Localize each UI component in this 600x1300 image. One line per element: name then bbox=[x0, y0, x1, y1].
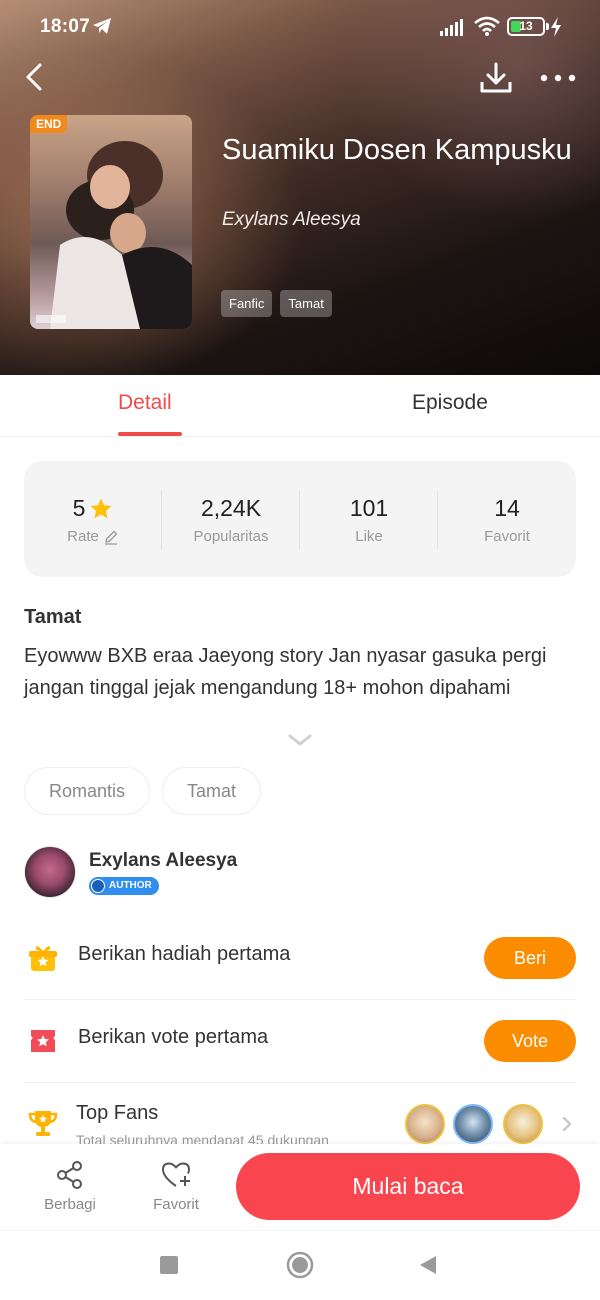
author-avatar[interactable] bbox=[24, 846, 76, 898]
book-cover[interactable]: END bbox=[30, 115, 192, 329]
stat-popularity: 2,24K Popularitas bbox=[162, 495, 300, 545]
gift-row-text: Berikan hadiah pertama bbox=[78, 943, 291, 965]
completion-status: Tamat bbox=[24, 606, 82, 628]
telegram-icon bbox=[93, 18, 111, 34]
charging-icon bbox=[551, 17, 561, 37]
end-badge: END bbox=[30, 115, 68, 133]
more-options-button[interactable] bbox=[538, 66, 578, 90]
genre-romantis[interactable]: Romantis bbox=[24, 767, 151, 815]
author-badge: AUTHOR bbox=[89, 877, 159, 895]
wifi-icon bbox=[474, 16, 500, 36]
signal-icon bbox=[440, 19, 463, 36]
synopsis-text: Eyowww BXB eraa Jaeyong story Jan nyasar… bbox=[24, 645, 547, 699]
status-time: 18:07 bbox=[40, 16, 91, 37]
favorite-button[interactable]: Favorit bbox=[136, 1160, 216, 1213]
start-reading-button[interactable]: Mulai baca bbox=[236, 1153, 580, 1220]
stat-favorite[interactable]: 14 Favorit bbox=[438, 495, 576, 545]
edit-pencil-icon[interactable] bbox=[103, 529, 119, 545]
home-icon[interactable] bbox=[286, 1251, 314, 1279]
favorite-value: 14 bbox=[494, 495, 520, 521]
row-divider bbox=[24, 1082, 576, 1083]
popularity-value: 2,24K bbox=[200, 495, 262, 521]
stat-like[interactable]: 101 Like bbox=[300, 495, 438, 545]
battery-icon: 13 bbox=[507, 17, 549, 36]
book-title: Suamiku Dosen Kampusku bbox=[222, 134, 572, 166]
star-icon bbox=[90, 498, 112, 518]
author-badge-icon bbox=[91, 879, 105, 893]
fan-avatar[interactable] bbox=[453, 1104, 493, 1144]
like-label: Like bbox=[355, 528, 383, 545]
download-button[interactable] bbox=[478, 60, 514, 96]
share-label: Berbagi bbox=[44, 1196, 96, 1213]
genre-tamat[interactable]: Tamat bbox=[162, 767, 262, 815]
system-navigation-bar bbox=[0, 1230, 600, 1300]
tab-bar: Detail Episode bbox=[0, 375, 600, 437]
tag-fanfic[interactable]: Fanfic bbox=[221, 290, 273, 317]
favorite-label: Favorit bbox=[484, 528, 530, 545]
active-tab-indicator bbox=[118, 432, 182, 436]
gift-row: Berikan hadiah pertama Beri bbox=[24, 917, 576, 999]
stat-rate[interactable]: 5 Rate bbox=[24, 495, 162, 545]
vote-ticket-icon bbox=[31, 1030, 55, 1052]
share-button[interactable]: Berbagi bbox=[30, 1160, 110, 1213]
genre-tags: Romantis Tamat bbox=[24, 767, 262, 815]
author-name[interactable]: Exylans Aleesya bbox=[89, 850, 237, 872]
rate-label: Rate bbox=[67, 528, 99, 545]
give-gift-button[interactable]: Beri bbox=[484, 937, 576, 979]
fan-avatar[interactable] bbox=[405, 1104, 445, 1144]
share-icon bbox=[57, 1161, 82, 1189]
tab-episode[interactable]: Episode bbox=[412, 391, 488, 415]
tag-tamat[interactable]: Tamat bbox=[280, 290, 332, 317]
popularity-label: Popularitas bbox=[193, 528, 269, 545]
author-badge-label: AUTHOR bbox=[109, 880, 152, 891]
nav-back-icon[interactable] bbox=[418, 1255, 438, 1275]
bottom-action-bar: Berbagi Favorit Mulai baca bbox=[0, 1144, 600, 1230]
book-tags: Fanfic Tamat bbox=[221, 290, 332, 317]
back-button[interactable] bbox=[20, 60, 54, 94]
book-header: 18:07 13 END Suamiku Dosen Kampusku Exyl… bbox=[0, 0, 600, 375]
vote-row: Berikan vote pertama Vote bbox=[24, 1000, 576, 1082]
recent-apps-icon[interactable] bbox=[160, 1256, 178, 1274]
trophy-icon bbox=[28, 1111, 58, 1136]
chevron-right-icon[interactable] bbox=[560, 1115, 574, 1133]
vote-button[interactable]: Vote bbox=[484, 1020, 576, 1062]
favorite-label: Favorit bbox=[153, 1196, 199, 1213]
stats-card: 5 Rate 2,24K Popularitas 101 Like 14 Fav… bbox=[24, 461, 576, 577]
chevron-down-icon[interactable] bbox=[286, 732, 314, 750]
cover-illustration bbox=[36, 141, 192, 329]
like-value: 101 bbox=[349, 495, 389, 521]
status-bar: 18:07 13 bbox=[0, 0, 600, 54]
fan-avatar[interactable] bbox=[503, 1104, 543, 1144]
top-fans-title[interactable]: Top Fans bbox=[76, 1102, 158, 1125]
heart-plus-icon bbox=[162, 1162, 190, 1187]
gift-icon bbox=[29, 946, 57, 971]
battery-level: 13 bbox=[519, 19, 533, 33]
tab-detail[interactable]: Detail bbox=[118, 391, 172, 415]
book-author[interactable]: Exylans Aleesya bbox=[222, 209, 361, 231]
rate-value: 5 bbox=[72, 495, 86, 521]
vote-row-text: Berikan vote pertama bbox=[78, 1026, 269, 1048]
